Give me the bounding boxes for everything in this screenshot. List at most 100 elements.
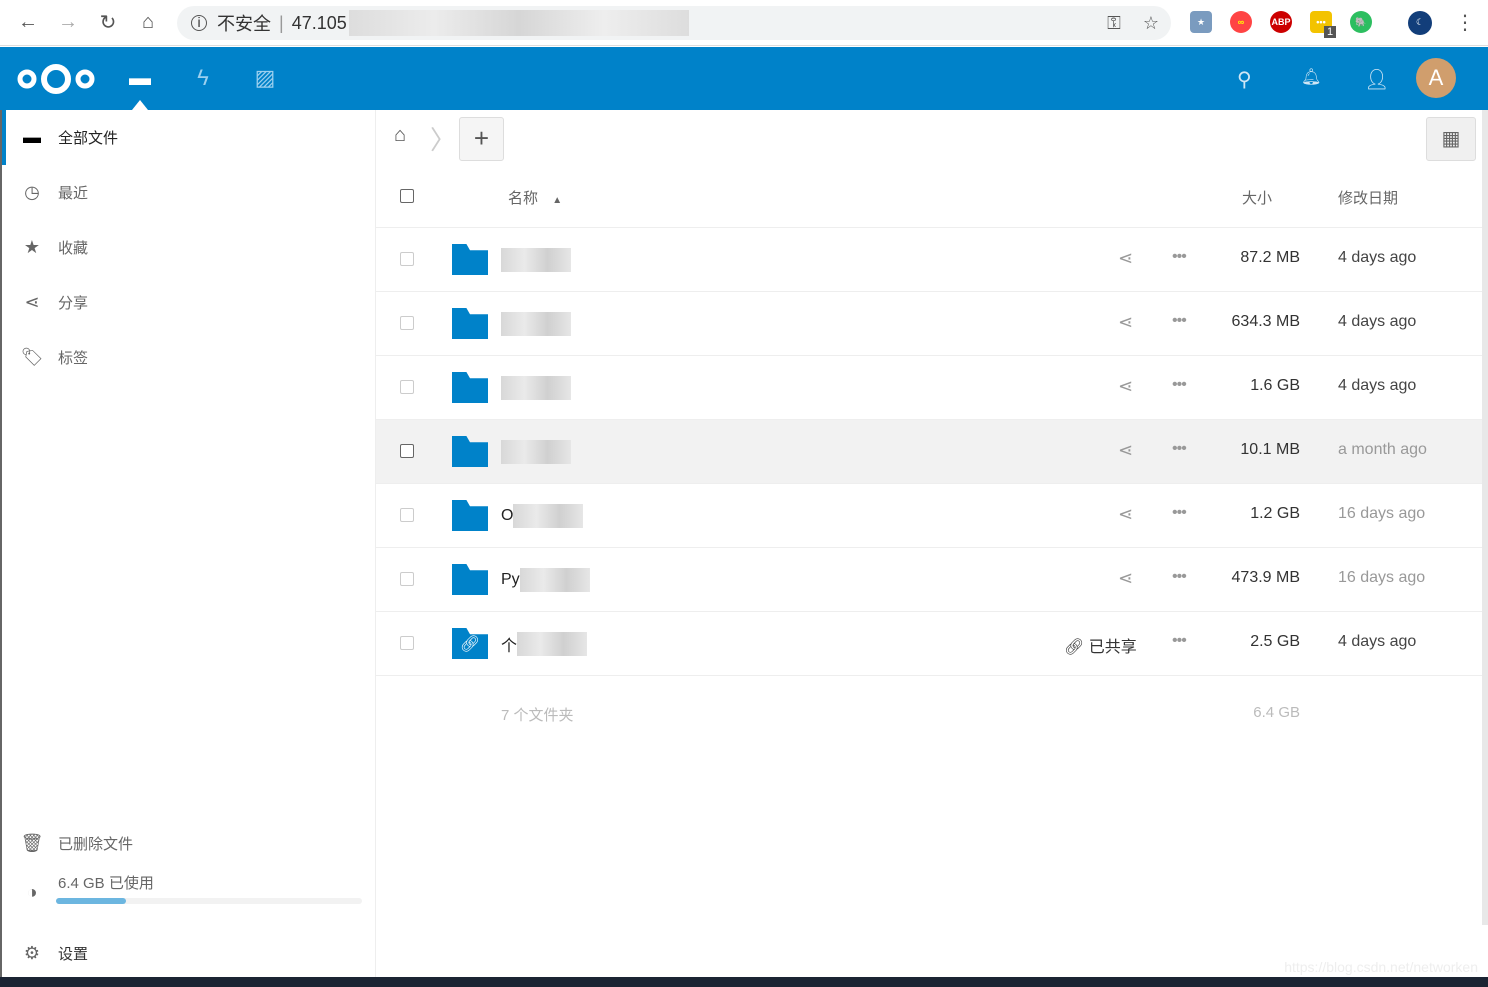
- file-name[interactable]: [501, 248, 571, 272]
- more-actions-icon[interactable]: •••: [1172, 568, 1187, 586]
- quota-progress-bar: [56, 898, 362, 904]
- share-icon[interactable]: ⋖: [1118, 568, 1133, 589]
- nextcloud-logo[interactable]: [16, 61, 96, 97]
- key-icon[interactable]: ⚿: [1107, 13, 1121, 34]
- shared-link[interactable]: 🔗︎ 已共享: [1064, 633, 1137, 657]
- sidebar-item-label: 标签: [58, 350, 89, 367]
- row-checkbox[interactable]: [400, 316, 414, 330]
- table-row[interactable]: Py ⋖ ••• 473.9 MB 16 days ago: [376, 548, 1482, 612]
- summary-count: 7 个文件夹: [501, 707, 574, 724]
- table-row[interactable]: ⋖ ••• 634.3 MB 4 days ago: [376, 292, 1482, 356]
- row-checkbox[interactable]: [400, 252, 414, 266]
- more-actions-icon[interactable]: •••: [1172, 632, 1187, 650]
- back-icon[interactable]: ←: [8, 11, 48, 34]
- modified-date: 4 days ago: [1338, 313, 1417, 330]
- grid-view-toggle[interactable]: ▦: [1426, 117, 1476, 161]
- modified-date: a month ago: [1338, 441, 1427, 458]
- table-row[interactable]: ⋖ ••• 1.6 GB 4 days ago: [376, 356, 1482, 420]
- info-icon[interactable]: i: [191, 15, 207, 31]
- file-name[interactable]: [501, 440, 571, 464]
- divider: |: [279, 12, 284, 33]
- file-size: 634.3 MB: [1231, 313, 1300, 330]
- file-name[interactable]: 个: [501, 632, 588, 656]
- bookmark-extension-icon[interactable]: ★: [1190, 11, 1212, 33]
- sidebar-item-all-files[interactable]: ▬ 全部文件: [2, 110, 375, 165]
- share-icon[interactable]: ⋖: [1118, 376, 1133, 397]
- bookmark-star-icon[interactable]: ☆: [1143, 13, 1159, 34]
- folder-icon: [452, 564, 488, 595]
- share-icon[interactable]: ⋖: [1118, 312, 1133, 333]
- file-name-redacted: [501, 312, 571, 336]
- clock-icon: ◷: [24, 182, 40, 202]
- row-checkbox[interactable]: [400, 572, 414, 586]
- table-row[interactable]: 🔗︎ 个 🔗︎ 已共享 ••• 2.5 GB 4 days ago: [376, 612, 1482, 676]
- settings-button[interactable]: ⚙ 设置: [2, 930, 375, 977]
- more-actions-icon[interactable]: •••: [1172, 312, 1187, 330]
- more-actions-icon[interactable]: •••: [1172, 440, 1187, 458]
- table-row[interactable]: ⋖ ••• 87.2 MB 4 days ago: [376, 228, 1482, 292]
- more-actions-icon[interactable]: •••: [1172, 504, 1187, 522]
- home-breadcrumb-icon[interactable]: ⌂: [394, 124, 406, 147]
- profile-icon[interactable]: ☾: [1408, 11, 1432, 35]
- sidebar-item-trash[interactable]: 🗑︎ 已删除文件: [2, 820, 375, 866]
- file-list-area: ⌂ 〉 + ▦ 名称 ▲ 大小 修改日期 ⋖ ••• 87.2 MB 4 day…: [376, 110, 1482, 977]
- sidebar-item-recent[interactable]: ◷ 最近: [2, 165, 375, 220]
- shared-label: 已共享: [1088, 639, 1137, 656]
- sidebar-item-tags[interactable]: 🏷︎ 标签: [2, 330, 375, 385]
- folder-icon: [452, 244, 488, 275]
- files-app-icon[interactable]: ▬: [127, 65, 153, 91]
- activity-icon[interactable]: ϟ: [190, 65, 216, 91]
- evernote-icon[interactable]: 🐘: [1350, 11, 1372, 33]
- file-name-redacted: [513, 504, 584, 528]
- row-checkbox[interactable]: [400, 508, 414, 522]
- column-size[interactable]: 大小: [1242, 187, 1272, 208]
- forward-icon[interactable]: →: [48, 11, 88, 34]
- menu-icon[interactable]: ⋮: [1455, 10, 1475, 35]
- row-checkbox[interactable]: [400, 636, 414, 650]
- sidebar-item-favorites[interactable]: ★ 收藏: [2, 220, 375, 275]
- table-row[interactable]: ⋖ ••• 10.1 MB a month ago: [376, 420, 1482, 484]
- shared-folder-icon: 🔗︎: [452, 628, 488, 659]
- sidebar-item-shares[interactable]: ⋖ 分享: [2, 275, 375, 330]
- home-icon[interactable]: ⌂: [128, 11, 168, 34]
- row-checkbox[interactable]: [400, 444, 414, 458]
- new-button[interactable]: +: [459, 117, 504, 161]
- more-actions-icon[interactable]: •••: [1172, 376, 1187, 394]
- file-name-redacted: [519, 568, 590, 592]
- share-icon[interactable]: ⋖: [1118, 440, 1133, 461]
- modified-date: 4 days ago: [1338, 633, 1417, 650]
- file-size: 473.9 MB: [1231, 569, 1300, 586]
- folder-icon: [452, 308, 488, 339]
- settings-label: 设置: [58, 946, 89, 963]
- reload-icon[interactable]: ↻: [88, 10, 128, 35]
- file-name-redacted: [501, 376, 571, 400]
- scrollbar[interactable]: [1482, 110, 1488, 925]
- share-icon[interactable]: ⋖: [1118, 504, 1133, 525]
- notifications-bell-icon[interactable]: 🔔︎: [1301, 67, 1321, 87]
- address-bar[interactable]: i 不安全 | 47.105 ⚿ ☆: [177, 6, 1171, 40]
- column-modified[interactable]: 修改日期: [1338, 187, 1398, 208]
- file-name[interactable]: [501, 376, 571, 400]
- more-actions-icon[interactable]: •••: [1172, 248, 1187, 266]
- contacts-icon[interactable]: 👤︎: [1364, 67, 1389, 92]
- table-row[interactable]: O ⋖ ••• 1.2 GB 16 days ago: [376, 484, 1482, 548]
- trash-icon: 🗑︎: [20, 832, 44, 853]
- sidebar-item-label: 收藏: [58, 240, 89, 257]
- gallery-icon[interactable]: ▨: [252, 65, 278, 91]
- file-name[interactable]: O: [501, 504, 584, 528]
- column-name[interactable]: 名称 ▲: [508, 187, 562, 208]
- adblock-icon[interactable]: ABP: [1270, 11, 1292, 33]
- select-all-checkbox[interactable]: [400, 189, 414, 203]
- row-checkbox[interactable]: [400, 380, 414, 394]
- folder-icon: [452, 500, 488, 531]
- active-app-indicator: [132, 100, 148, 110]
- infinity-extension-icon[interactable]: ∞: [1230, 11, 1252, 33]
- trash-label: 已删除文件: [58, 835, 134, 853]
- file-name[interactable]: Py: [501, 568, 590, 592]
- file-name[interactable]: [501, 312, 571, 336]
- search-icon[interactable]: ⚲: [1237, 67, 1252, 92]
- avatar[interactable]: A: [1416, 58, 1456, 98]
- modified-date: 4 days ago: [1338, 377, 1417, 394]
- folder-icon: [452, 372, 488, 403]
- share-icon[interactable]: ⋖: [1118, 248, 1133, 269]
